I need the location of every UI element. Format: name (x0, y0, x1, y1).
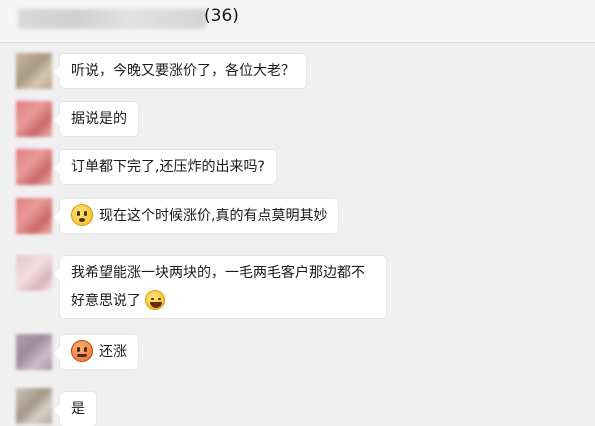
message-bubble[interactable]: 听说，今晚又要涨价了，各位大老？ (54, 54, 306, 88)
message-bubble[interactable]: 是 (54, 392, 96, 426)
message-bubble[interactable]: 我希望能涨一块两块的，一毛两毛客户那边都不好意思说了 (54, 256, 386, 318)
laughing-emoji-icon (145, 290, 165, 310)
message-text: 我希望能涨一块两块的，一毛两毛客户那边都不好意思说了 (71, 265, 365, 309)
group-member-count: (36) (204, 6, 239, 26)
message-text: 据说是的 (71, 111, 127, 127)
message-bubble[interactable]: 现在这个时候涨价,真的有点莫明其妙 (53, 199, 339, 233)
chat-message-list[interactable]: 听说，今晚又要涨价了，各位大老？ 据说是的 订单都下完了,还压炸的出来吗? 现在… (0, 43, 595, 426)
avatar[interactable] (16, 101, 52, 137)
message-text: 订单都下完了,还压炸的出来吗? (71, 159, 265, 175)
avatar[interactable] (16, 53, 52, 89)
avatar[interactable] (16, 334, 52, 370)
message-text: 听说，今晚又要涨价了，各位大老？ (71, 63, 295, 79)
message-bubble[interactable]: 据说是的 (54, 102, 138, 136)
message-text: 还涨 (99, 344, 127, 360)
message-bubble[interactable]: 订单都下完了,还压炸的出来吗? (54, 150, 276, 184)
avatar[interactable] (16, 198, 52, 234)
blurred-group-name (18, 9, 206, 29)
message-text: 现在这个时候涨价,真的有点莫明其妙 (99, 208, 328, 224)
avatar[interactable] (16, 255, 52, 291)
message-bubble[interactable]: 还涨 (54, 335, 138, 369)
avatar[interactable] (16, 388, 52, 424)
chat-header: (36) (0, 0, 595, 43)
angry-emoji-icon (71, 340, 93, 362)
flushed-emoji-icon (71, 204, 93, 226)
avatar[interactable] (16, 149, 52, 185)
